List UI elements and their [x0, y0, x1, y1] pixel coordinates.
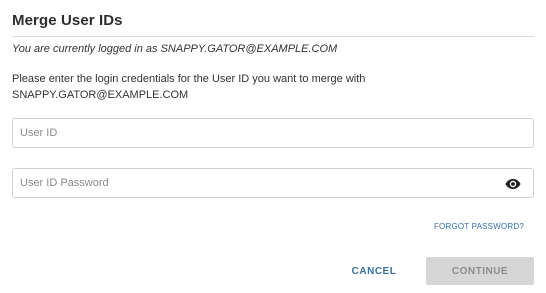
password-input[interactable]	[13, 169, 483, 197]
password-field-container	[12, 168, 534, 198]
forgot-password-link[interactable]: FORGOT PASSWORD?	[434, 222, 524, 231]
merge-user-ids-dialog: Merge User IDs You are currently logged …	[0, 0, 546, 293]
instructions-line-1: Please enter the login credentials for t…	[12, 73, 366, 85]
user-id-field-container	[12, 118, 534, 148]
logged-in-notice: You are currently logged in as SNAPPY.GA…	[12, 43, 338, 55]
instructions-line-2: SNAPPY.GATOR@EXAMPLE.COM	[12, 89, 189, 101]
eye-icon[interactable]	[505, 177, 521, 189]
dialog-title: Merge User IDs	[12, 12, 123, 29]
user-id-input[interactable]	[13, 119, 483, 147]
title-divider	[12, 36, 534, 37]
instructions-text: Please enter the login credentials for t…	[12, 71, 432, 103]
continue-button[interactable]: CONTINUE	[426, 257, 534, 285]
cancel-button[interactable]: CANCEL	[344, 257, 404, 285]
